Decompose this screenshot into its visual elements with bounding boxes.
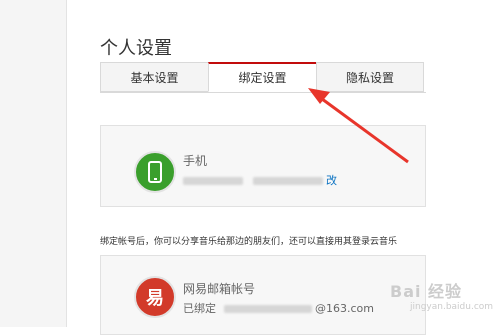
masked-phone-number	[183, 177, 243, 185]
email-suffix: @163.com	[315, 302, 374, 315]
tab-binding-settings[interactable]: 绑定设置	[208, 62, 316, 92]
page-title: 个人设置	[100, 38, 172, 59]
phone-binding-title: 手机	[183, 154, 208, 168]
phone-icon	[134, 151, 176, 193]
phone-binding-card: 手机 改	[100, 125, 426, 207]
modify-phone-link[interactable]: 改	[326, 174, 337, 187]
settings-tabs: 基本设置 绑定设置 隐私设置	[100, 62, 426, 93]
mail-binding-title: 网易邮箱帐号	[183, 282, 256, 296]
netease-mail-icon: 易	[134, 276, 176, 318]
mail-binding-card: 易 网易邮箱帐号 已绑定 @163.com	[100, 255, 426, 335]
tab-privacy-settings[interactable]: 隐私设置	[316, 62, 424, 92]
phone-number-row: 改	[183, 172, 337, 188]
masked-phone-number-part	[252, 177, 323, 185]
binding-notice-text: 绑定帐号后，你可以分享音乐给那边的朋友们，还可以直接用其登录云音乐	[100, 237, 398, 247]
left-sidebar-gutter	[0, 0, 67, 327]
bound-prefix: 已绑定	[183, 302, 216, 315]
mail-binding-status: 已绑定 @163.com	[183, 300, 374, 316]
tab-basic-settings[interactable]: 基本设置	[100, 62, 208, 92]
watermark: Bai 经验	[390, 282, 463, 301]
watermark-sub: jingyan.baidu.com	[410, 302, 494, 312]
masked-email	[223, 305, 312, 313]
